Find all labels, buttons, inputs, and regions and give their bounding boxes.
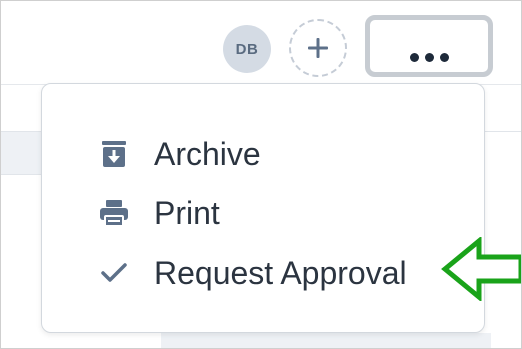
background-panel bbox=[161, 333, 491, 348]
avatar[interactable]: DB bbox=[223, 25, 271, 73]
background-divider bbox=[483, 131, 521, 132]
menu-item-print[interactable]: Print bbox=[98, 190, 220, 236]
annotation-arrow-icon bbox=[441, 237, 521, 301]
add-member-button[interactable] bbox=[289, 19, 347, 77]
avatar-initials: DB bbox=[235, 40, 259, 58]
ellipsis-icon bbox=[409, 53, 449, 62]
plus-icon bbox=[308, 38, 328, 58]
more-options-menu: Archive Print Request Approval bbox=[41, 83, 485, 333]
background-panel bbox=[1, 131, 41, 175]
printer-icon bbox=[98, 197, 130, 229]
menu-item-label: Archive bbox=[154, 135, 261, 172]
menu-item-archive[interactable]: Archive bbox=[98, 131, 261, 177]
menu-item-label: Request Approval bbox=[154, 254, 407, 291]
menu-item-request-approval[interactable]: Request Approval bbox=[98, 250, 407, 296]
screenshot-frame: DB Archive Print Request Approval bbox=[0, 0, 522, 349]
archive-icon bbox=[98, 138, 130, 170]
more-options-button[interactable] bbox=[365, 15, 493, 77]
menu-item-label: Print bbox=[154, 194, 220, 231]
checkmark-icon bbox=[98, 257, 130, 289]
